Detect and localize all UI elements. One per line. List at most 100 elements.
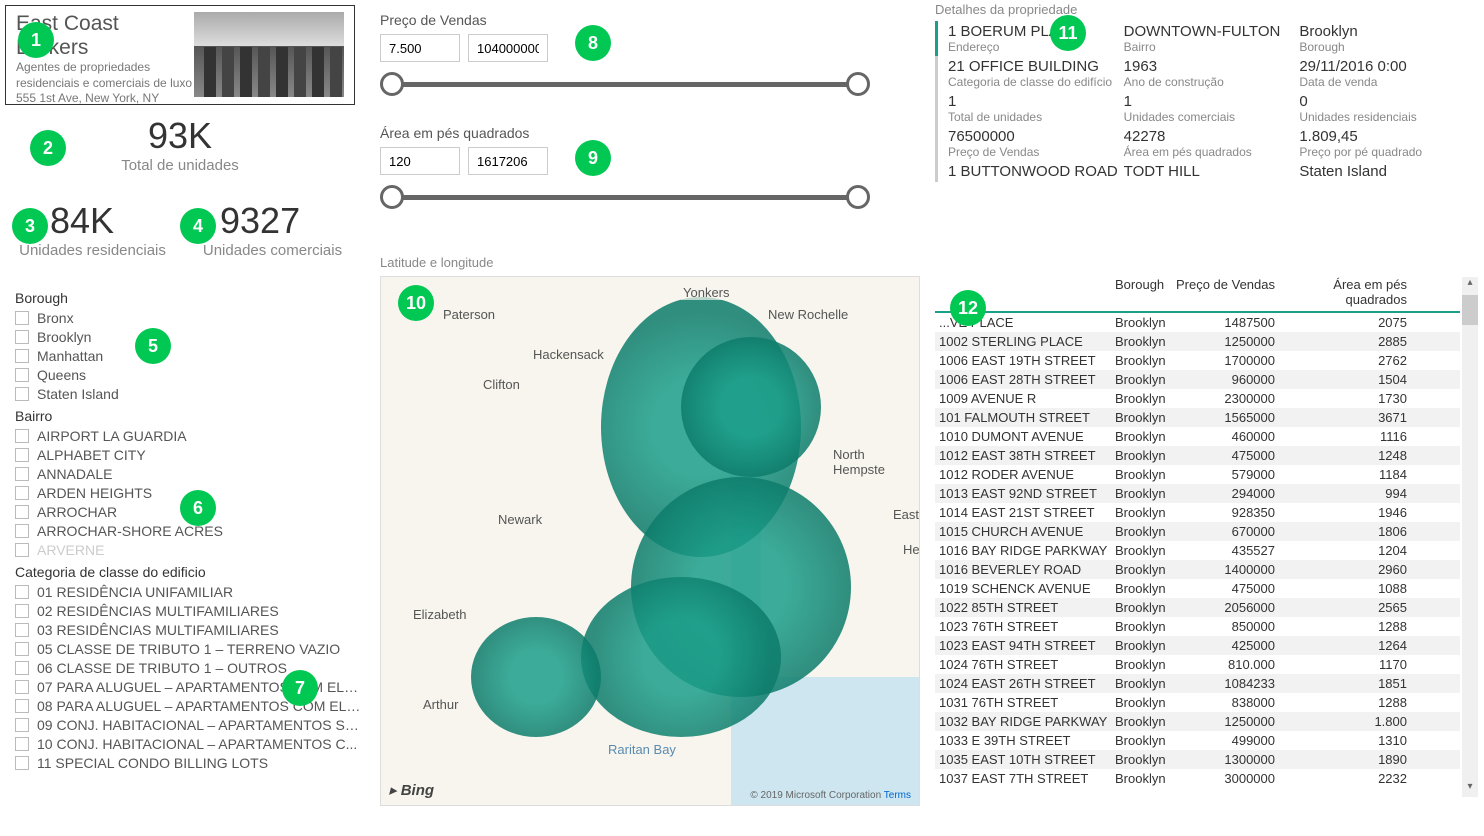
cell-borough: Brooklyn bbox=[1115, 771, 1175, 786]
area-min-input[interactable] bbox=[380, 147, 460, 175]
table-row[interactable]: 1015 CHURCH AVENUEBrooklyn6700001806 bbox=[935, 522, 1460, 541]
checkbox-icon[interactable] bbox=[15, 543, 29, 557]
table-row[interactable]: 1024 76TH STREETBrooklyn810.0001170 bbox=[935, 655, 1460, 674]
table-row[interactable]: 1012 EAST 38TH STREETBrooklyn4750001248 bbox=[935, 446, 1460, 465]
table-row[interactable]: 1014 EAST 21ST STREETBrooklyn9283501946 bbox=[935, 503, 1460, 522]
category-item[interactable]: 05 CLASSE DE TRIBUTO 1 – TERRENO VAZIO bbox=[15, 641, 365, 657]
th-area[interactable]: Área em pés quadrados bbox=[1275, 277, 1415, 307]
table-row[interactable]: 1023 76TH STREETBrooklyn8500001288 bbox=[935, 617, 1460, 636]
checkbox-icon[interactable] bbox=[15, 311, 29, 325]
checkbox-icon[interactable] bbox=[15, 623, 29, 637]
scroll-down-icon[interactable]: ▾ bbox=[1462, 781, 1478, 797]
checkbox-icon[interactable] bbox=[15, 756, 29, 770]
category-item[interactable]: 03 RESIDÊNCIAS MULTIFAMILIARES bbox=[15, 622, 365, 638]
checkbox-icon[interactable] bbox=[15, 680, 29, 694]
checkbox-icon[interactable] bbox=[15, 524, 29, 538]
bairro-item[interactable]: ALPHABET CITY bbox=[15, 447, 365, 463]
checkbox-icon[interactable] bbox=[15, 368, 29, 382]
th-price[interactable]: Preço de Vendas bbox=[1175, 277, 1275, 307]
details-row[interactable]: 1 BOERUM PLACEEndereçoDOWNTOWN-FULTONBai… bbox=[935, 21, 1475, 56]
table-row[interactable]: 101 FALMOUTH STREETBrooklyn15650003671 bbox=[935, 408, 1460, 427]
price-max-input[interactable] bbox=[468, 34, 548, 62]
table-row[interactable]: 1035 EAST 10TH STREETBrooklyn13000001890 bbox=[935, 750, 1460, 769]
table-row[interactable]: ...VE PLACEBrooklyn14875002075 bbox=[935, 313, 1460, 332]
category-item[interactable]: 10 CONJ. HABITACIONAL – APARTAMENTOS C..… bbox=[15, 736, 365, 752]
category-item[interactable]: 09 CONJ. HABITACIONAL – APARTAMENTOS SE.… bbox=[15, 717, 365, 733]
price-slider-track[interactable] bbox=[380, 72, 870, 96]
checkbox-icon[interactable] bbox=[15, 467, 29, 481]
borough-item[interactable]: Brooklyn bbox=[15, 329, 365, 345]
bairro-item[interactable]: AIRPORT LA GUARDIA bbox=[15, 428, 365, 444]
details-row[interactable]: 1 BUTTONWOOD ROADTODT HILLStaten Island bbox=[935, 161, 1475, 182]
map-canvas[interactable]: Yonkers Paterson New Rochelle Hackensack… bbox=[380, 276, 920, 806]
category-item[interactable]: 01 RESIDÊNCIA UNIFAMILIAR bbox=[15, 584, 365, 600]
scroll-up-icon[interactable]: ▴ bbox=[1462, 277, 1478, 293]
checkbox-icon[interactable] bbox=[15, 604, 29, 618]
scroll-thumb[interactable] bbox=[1462, 295, 1478, 325]
table-row[interactable]: 1032 BAY RIDGE PARKWAYBrooklyn12500001.8… bbox=[935, 712, 1460, 731]
category-item[interactable]: 11 SPECIAL CONDO BILLING LOTS bbox=[15, 755, 365, 771]
table-scrollbar[interactable]: ▴ ▾ bbox=[1462, 277, 1478, 797]
bairro-item[interactable]: ARROCHAR-SHORE ACRES bbox=[15, 523, 365, 539]
table-row[interactable]: 1022 85TH STREETBrooklyn20560002565 bbox=[935, 598, 1460, 617]
borough-item[interactable]: Staten Island bbox=[15, 386, 365, 402]
checkbox-icon[interactable] bbox=[15, 718, 29, 732]
table-row[interactable]: 1031 76TH STREETBrooklyn8380001288 bbox=[935, 693, 1460, 712]
category-item[interactable]: 02 RESIDÊNCIAS MULTIFAMILIARES bbox=[15, 603, 365, 619]
price-min-input[interactable] bbox=[380, 34, 460, 62]
price-slider-max-handle[interactable] bbox=[846, 72, 870, 96]
table-row[interactable]: 1033 E 39TH STREETBrooklyn4990001310 bbox=[935, 731, 1460, 750]
bairro-item[interactable]: ARVERNE bbox=[15, 542, 365, 558]
table-row[interactable]: 1009 AVENUE RBrooklyn23000001730 bbox=[935, 389, 1460, 408]
details-row[interactable]: 1Total de unidades1Unidades comerciais0U… bbox=[935, 91, 1475, 126]
table-row[interactable]: 1006 EAST 28TH STREETBrooklyn9600001504 bbox=[935, 370, 1460, 389]
table-row[interactable]: 1016 BEVERLEY ROADBrooklyn14000002960 bbox=[935, 560, 1460, 579]
detail-value: DOWNTOWN-FULTON bbox=[1124, 23, 1300, 40]
checkbox-icon[interactable] bbox=[15, 737, 29, 751]
checkbox-icon[interactable] bbox=[15, 585, 29, 599]
table-row[interactable]: 1016 BAY RIDGE PARKWAYBrooklyn4355271204 bbox=[935, 541, 1460, 560]
table-row[interactable]: 1013 EAST 92ND STREETBrooklyn294000994 bbox=[935, 484, 1460, 503]
detail-label: Preço de Vendas bbox=[948, 145, 1124, 159]
category-item[interactable]: 06 CLASSE DE TRIBUTO 1 – OUTROS bbox=[15, 660, 365, 676]
borough-item[interactable]: Queens bbox=[15, 367, 365, 383]
checkbox-icon[interactable] bbox=[15, 448, 29, 462]
table-row[interactable]: 1023 EAST 94TH STREETBrooklyn4250001264 bbox=[935, 636, 1460, 655]
detail-label: Bairro bbox=[1124, 40, 1300, 54]
checkbox-icon[interactable] bbox=[15, 330, 29, 344]
details-row[interactable]: 21 OFFICE BUILDINGCategoria de classe do… bbox=[935, 56, 1475, 91]
cell-price: 1400000 bbox=[1175, 562, 1275, 577]
borough-item[interactable]: Manhattan bbox=[15, 348, 365, 364]
badge-3: 3 bbox=[12, 208, 48, 244]
table-row[interactable]: 1010 DUMONT AVENUEBrooklyn4600001116 bbox=[935, 427, 1460, 446]
table-row[interactable]: 1006 EAST 19TH STREETBrooklyn17000002762 bbox=[935, 351, 1460, 370]
detail-label: Unidades comerciais bbox=[1124, 110, 1300, 124]
details-row[interactable]: 76500000Preço de Vendas42278Área em pés … bbox=[935, 126, 1475, 161]
borough-item[interactable]: Bronx bbox=[15, 310, 365, 326]
detail-value: 21 OFFICE BUILDING bbox=[948, 58, 1124, 75]
area-slider-max-handle[interactable] bbox=[846, 185, 870, 209]
cell-borough: Brooklyn bbox=[1115, 372, 1175, 387]
checkbox-icon[interactable] bbox=[15, 387, 29, 401]
checkbox-icon[interactable] bbox=[15, 642, 29, 656]
checkbox-icon[interactable] bbox=[15, 661, 29, 675]
table-row[interactable]: 1012 RODER AVENUEBrooklyn5790001184 bbox=[935, 465, 1460, 484]
map-terms-link[interactable]: Terms bbox=[884, 790, 911, 801]
checkbox-icon[interactable] bbox=[15, 699, 29, 713]
checkbox-icon[interactable] bbox=[15, 429, 29, 443]
checkbox-icon[interactable] bbox=[15, 349, 29, 363]
area-slider-track[interactable] bbox=[380, 185, 870, 209]
table-row[interactable]: 1037 EAST 7TH STREETBrooklyn30000002232 bbox=[935, 769, 1460, 788]
area-max-input[interactable] bbox=[468, 147, 548, 175]
table-row[interactable]: 1024 EAST 26TH STREETBrooklyn10842331851 bbox=[935, 674, 1460, 693]
table-row[interactable]: 1019 SCHENCK AVENUEBrooklyn4750001088 bbox=[935, 579, 1460, 598]
area-slider-min-handle[interactable] bbox=[380, 185, 404, 209]
bairro-item[interactable]: ANNADALE bbox=[15, 466, 365, 482]
cell-address: 1002 STERLING PLACE bbox=[935, 334, 1115, 349]
price-slider-min-handle[interactable] bbox=[380, 72, 404, 96]
cell-borough: Brooklyn bbox=[1115, 619, 1175, 634]
checkbox-icon[interactable] bbox=[15, 505, 29, 519]
table-row[interactable]: 1002 STERLING PLACEBrooklyn12500002885 bbox=[935, 332, 1460, 351]
checkbox-icon[interactable] bbox=[15, 486, 29, 500]
th-borough[interactable]: Borough bbox=[1115, 277, 1175, 307]
